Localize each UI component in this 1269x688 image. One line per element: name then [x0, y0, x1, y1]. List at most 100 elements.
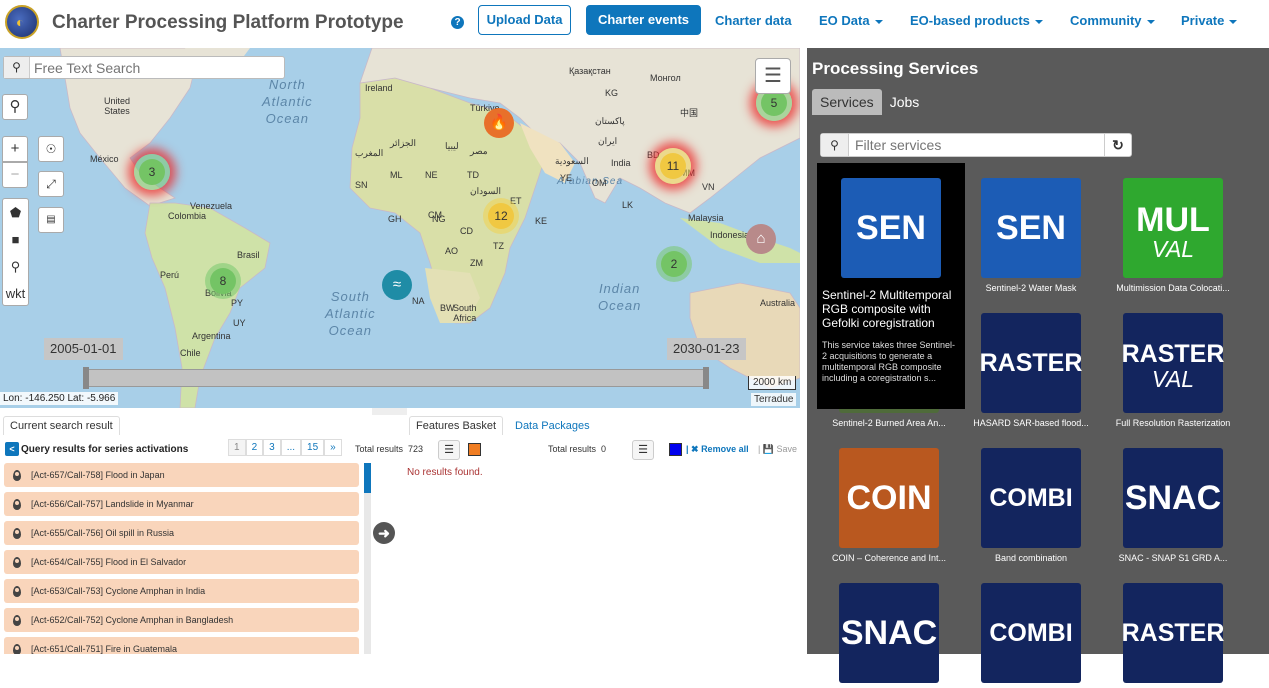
event-cluster[interactable]: 3: [134, 154, 170, 190]
save-button[interactable]: | 💾 Save: [758, 444, 797, 455]
service-card[interactable]: RASTER: [1102, 583, 1244, 688]
service-tile[interactable]: SEN: [841, 178, 941, 278]
tab-services[interactable]: Services: [812, 89, 882, 115]
fullscreen-icon[interactable]: ⤢: [38, 171, 64, 197]
map-country-label: Indonesia: [710, 230, 750, 240]
color-swatch-orange[interactable]: [468, 443, 481, 456]
result-item[interactable]: [Act-654/Call-755] Flood in El Salvador: [4, 550, 359, 574]
upload-data-button[interactable]: Upload Data: [478, 5, 571, 35]
nav-eo-data[interactable]: EO Data: [819, 13, 883, 28]
house-icon[interactable]: ⌂: [746, 224, 776, 254]
service-name: Sentinel-2 Burned Area An...: [832, 418, 946, 428]
service-tile[interactable]: SNAC: [1123, 448, 1223, 548]
service-name: Sentinel-2 Water Mask: [985, 283, 1077, 293]
map-country-label: VN: [702, 182, 715, 192]
page-1[interactable]: 1: [228, 439, 246, 456]
free-text-search[interactable]: ⚲: [3, 56, 285, 79]
tile-code: COIN: [846, 479, 932, 517]
result-item[interactable]: [Act-657/Call-758] Flood in Japan: [4, 463, 359, 487]
search-icon[interactable]: ⚲: [2, 94, 28, 120]
share-icon[interactable]: <: [5, 442, 19, 456]
service-tile[interactable]: RASTER: [980, 313, 1082, 413]
polygon-icon[interactable]: ⬟: [3, 199, 28, 226]
service-tile[interactable]: SEN: [981, 178, 1081, 278]
event-cluster[interactable]: 11: [655, 148, 691, 184]
remove-all-button[interactable]: | ✖ Remove all: [686, 444, 749, 455]
search-icon[interactable]: ⚲: [4, 57, 30, 78]
result-item[interactable]: [Act-655/Call-756] Oil spill in Russia: [4, 521, 359, 545]
fire-icon[interactable]: 🔥: [484, 108, 514, 138]
service-tile[interactable]: MUL VAL: [1123, 178, 1223, 278]
page-next[interactable]: »: [324, 439, 342, 456]
page-15[interactable]: 15: [301, 439, 325, 456]
search-icon[interactable]: ⚲: [821, 134, 849, 156]
flood-icon[interactable]: ≈: [382, 270, 412, 300]
page-3[interactable]: 3: [263, 439, 281, 456]
event-cluster[interactable]: 2: [656, 246, 692, 282]
nav-charter-data[interactable]: Charter data: [715, 13, 792, 28]
service-tile[interactable]: RASTER VAL: [1122, 313, 1224, 413]
color-swatch-blue[interactable]: [669, 443, 682, 456]
panel-splitter[interactable]: [372, 408, 407, 415]
ocean-label: Indian Ocean: [598, 281, 642, 313]
charter-logo[interactable]: ◐: [5, 5, 39, 39]
nav-eo-products[interactable]: EO-based products: [910, 13, 1043, 28]
tab-features-basket[interactable]: Features Basket: [409, 416, 504, 435]
help-icon[interactable]: ?: [451, 16, 464, 29]
tab-current-search[interactable]: Current search result: [3, 416, 120, 435]
filter-services[interactable]: ⚲ ↻: [820, 133, 1132, 157]
layers-icon[interactable]: ☰: [755, 58, 791, 94]
filter-input[interactable]: [855, 136, 1095, 154]
tab-jobs[interactable]: Jobs: [882, 89, 928, 115]
service-card[interactable]: SNAC SNAC - SNAP S1 GRD A...: [1102, 448, 1244, 563]
wkt-button[interactable]: wkt: [3, 280, 28, 307]
nav-community[interactable]: Community: [1070, 13, 1155, 28]
app-title[interactable]: Charter Processing Platform Prototype: [52, 12, 404, 34]
service-card[interactable]: SNAC: [818, 583, 960, 688]
service-tile[interactable]: COIN: [839, 448, 939, 548]
scrollbar-thumb[interactable]: [364, 463, 371, 493]
globe-search-icon[interactable]: ☉: [38, 136, 64, 162]
marker-icon[interactable]: ⚲: [3, 253, 28, 280]
refresh-icon[interactable]: ↻: [1104, 134, 1131, 156]
ruler-icon[interactable]: ▤: [38, 207, 64, 233]
service-card[interactable]: RASTER HASARD SAR-based flood...: [960, 313, 1102, 428]
slider-handle-start[interactable]: [83, 367, 89, 389]
service-card[interactable]: RASTER VAL Full Resolution Rasterization: [1102, 313, 1244, 428]
service-tile[interactable]: COMBI: [981, 448, 1081, 548]
service-card[interactable]: COIN COIN – Coherence and Int...: [818, 448, 960, 563]
list-icon[interactable]: ☰: [438, 440, 460, 460]
search-input[interactable]: [34, 59, 282, 76]
service-tile[interactable]: SNAC: [839, 583, 939, 683]
zoom-out-button[interactable]: −: [2, 162, 28, 188]
service-tooltip[interactable]: SEN Sentinel-2 Multitemporal RGB composi…: [817, 163, 965, 409]
service-card[interactable]: SEN Sentinel-2 Water Mask: [960, 178, 1102, 293]
list-icon[interactable]: ☰: [632, 440, 654, 460]
result-item[interactable]: [Act-652/Call-752] Cyclone Amphan in Ban…: [4, 608, 359, 632]
slider-handle-end[interactable]: [703, 367, 709, 389]
tab-data-packages[interactable]: Data Packages: [515, 420, 590, 432]
event-cluster[interactable]: 8: [205, 263, 241, 299]
service-card[interactable]: COMBI: [960, 583, 1102, 688]
service-card[interactable]: COMBI Band combination: [960, 448, 1102, 563]
event-cluster[interactable]: 12: [483, 198, 519, 234]
page-ellipsis[interactable]: ...: [280, 439, 302, 456]
map-attribution[interactable]: Terradue: [751, 393, 797, 406]
service-tile[interactable]: RASTER: [1122, 583, 1224, 683]
result-item[interactable]: [Act-653/Call-753] Cyclone Amphan in Ind…: [4, 579, 359, 603]
map-view[interactable]: North Atlantic Ocean South Atlantic Ocea…: [0, 48, 800, 408]
scrollbar[interactable]: [364, 463, 371, 654]
map-country-label: GH: [388, 214, 402, 224]
date-range-slider[interactable]: [83, 367, 709, 389]
marker-icon: [13, 557, 21, 568]
zoom-in-button[interactable]: +: [2, 136, 28, 162]
result-item[interactable]: [Act-651/Call-751] Fire in Guatemala: [4, 637, 359, 654]
nav-private[interactable]: Private: [1181, 13, 1238, 28]
rectangle-icon[interactable]: ■: [3, 226, 28, 253]
result-item[interactable]: [Act-656/Call-757] Landslide in Myanmar: [4, 492, 359, 516]
arrow-right-icon[interactable]: ➜: [373, 522, 395, 544]
page-2[interactable]: 2: [245, 439, 264, 456]
service-card[interactable]: MUL VAL Multimission Data Colocati...: [1102, 178, 1244, 293]
charter-events-button[interactable]: Charter events: [586, 5, 701, 35]
service-tile[interactable]: COMBI: [981, 583, 1081, 683]
